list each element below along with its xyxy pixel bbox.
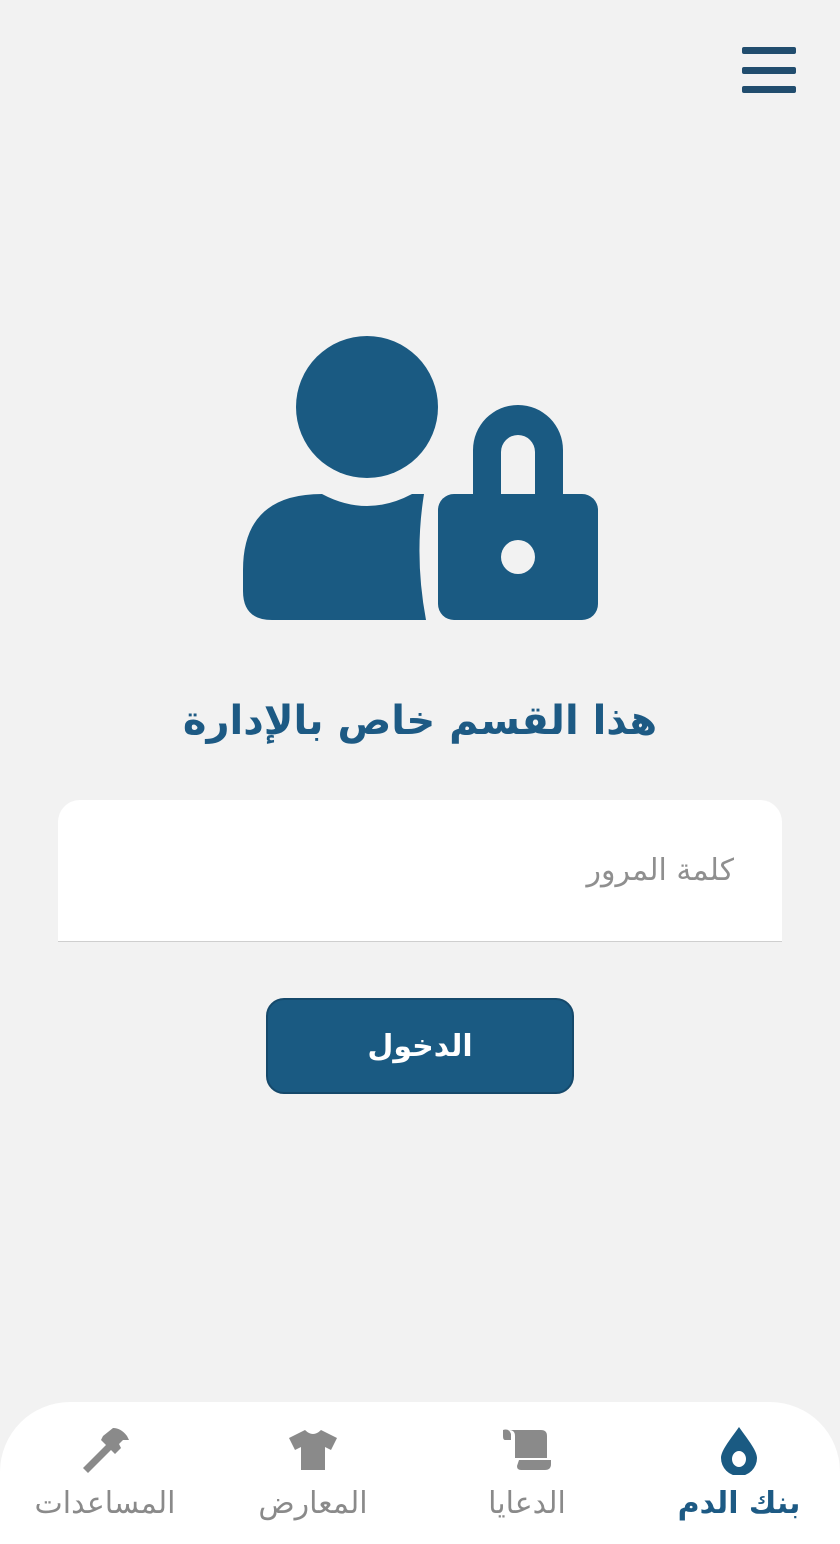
user-lock-icon xyxy=(243,336,598,620)
nav-label-exhibitions: المعارض xyxy=(258,1486,368,1521)
menu-bar-bottom xyxy=(742,86,796,93)
nav-item-exhibitions[interactable]: المعارض xyxy=(208,1402,418,1544)
hammer-icon xyxy=(79,1424,131,1476)
hamburger-menu-icon[interactable] xyxy=(740,44,798,96)
nav-label-blood-bank: بنك الدم xyxy=(677,1486,801,1521)
admin-section-heading: هذا القسم خاص بالإدارة xyxy=(182,698,658,744)
menu-bar-middle xyxy=(742,66,796,74)
nav-label-ads: الدعايا xyxy=(488,1486,566,1521)
nav-label-aid: المساعدات xyxy=(34,1486,176,1521)
nav-item-blood-bank[interactable]: بنك الدم xyxy=(634,1402,840,1544)
nav-item-ads[interactable]: الدعايا xyxy=(422,1402,632,1544)
nav-item-aid[interactable]: المساعدات xyxy=(0,1402,210,1544)
scroll-icon xyxy=(501,1424,553,1476)
password-input[interactable] xyxy=(58,800,782,941)
blood-drop-icon xyxy=(719,1424,759,1476)
menu-bar-top xyxy=(742,47,796,54)
bottom-navigation: بنك الدم الدعايا المعارض المساعدات xyxy=(0,1402,840,1544)
password-field xyxy=(58,800,782,942)
login-button[interactable]: الدخول xyxy=(266,998,574,1094)
tshirt-icon xyxy=(287,1424,339,1476)
